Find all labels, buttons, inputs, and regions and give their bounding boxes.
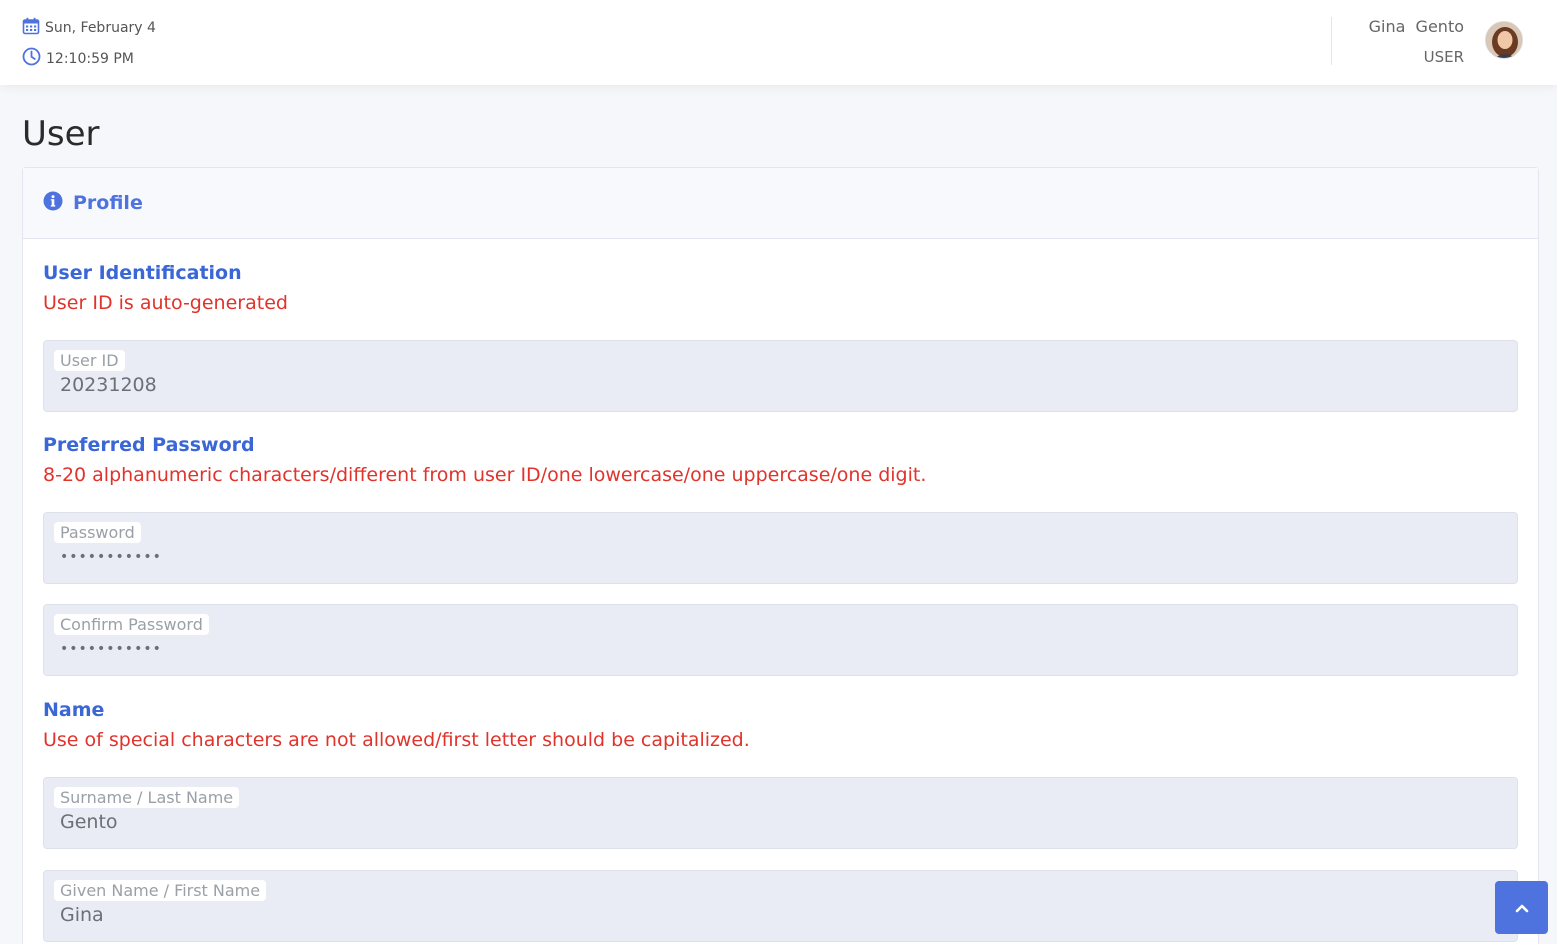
calendar-icon — [22, 17, 45, 39]
surname-label: Surname / Last Name — [54, 787, 240, 808]
password-field[interactable]: Password ••••••••••• — [43, 512, 1518, 584]
given-name-label: Given Name / First Name — [54, 880, 267, 901]
confirm-password-field[interactable]: Confirm Password ••••••••••• — [43, 604, 1518, 676]
card-title: Profile — [73, 192, 143, 214]
avatar[interactable] — [1485, 21, 1523, 59]
password-label: Password — [54, 522, 141, 543]
given-name-value: Gina — [60, 904, 104, 926]
page-title: User — [22, 114, 100, 154]
header-divider — [1331, 17, 1332, 65]
section-note-identification: User ID is auto-generated — [43, 292, 288, 314]
given-name-field[interactable]: Given Name / First Name Gina — [43, 870, 1518, 942]
card-header: Profile — [23, 168, 1538, 239]
top-bar: Sun, February 4 12:10:59 PM Gina Gento U… — [0, 0, 1557, 85]
section-note-password: 8-20 alphanumeric characters/different f… — [43, 464, 927, 486]
user-id-value: 20231208 — [60, 374, 157, 396]
surname-value: Gento — [60, 811, 118, 833]
info-circle-icon — [43, 191, 63, 215]
profile-card: Profile User Identification User ID is a… — [22, 167, 1539, 944]
scroll-to-top-button[interactable] — [1495, 881, 1548, 934]
user-id-field[interactable]: User ID 20231208 — [43, 340, 1518, 412]
user-id-label: User ID — [54, 350, 125, 371]
chevron-up-icon — [1515, 898, 1529, 917]
section-title-password: Preferred Password — [43, 434, 255, 456]
date-text: Sun, February 4 — [45, 20, 156, 36]
password-value: ••••••••••• — [60, 549, 162, 565]
confirm-password-label: Confirm Password — [54, 614, 209, 635]
current-time: 12:10:59 PM — [22, 47, 134, 70]
confirm-password-value: ••••••••••• — [60, 641, 162, 657]
section-title-name: Name — [43, 699, 105, 721]
section-note-name: Use of special characters are not allowe… — [43, 729, 750, 751]
user-role: USER — [1423, 48, 1464, 66]
user-name[interactable]: Gina Gento — [1369, 17, 1464, 36]
section-title-identification: User Identification — [43, 262, 242, 284]
clock-icon — [22, 47, 46, 70]
time-text: 12:10:59 PM — [46, 50, 134, 67]
current-date: Sun, February 4 — [22, 17, 156, 39]
surname-field[interactable]: Surname / Last Name Gento — [43, 777, 1518, 849]
